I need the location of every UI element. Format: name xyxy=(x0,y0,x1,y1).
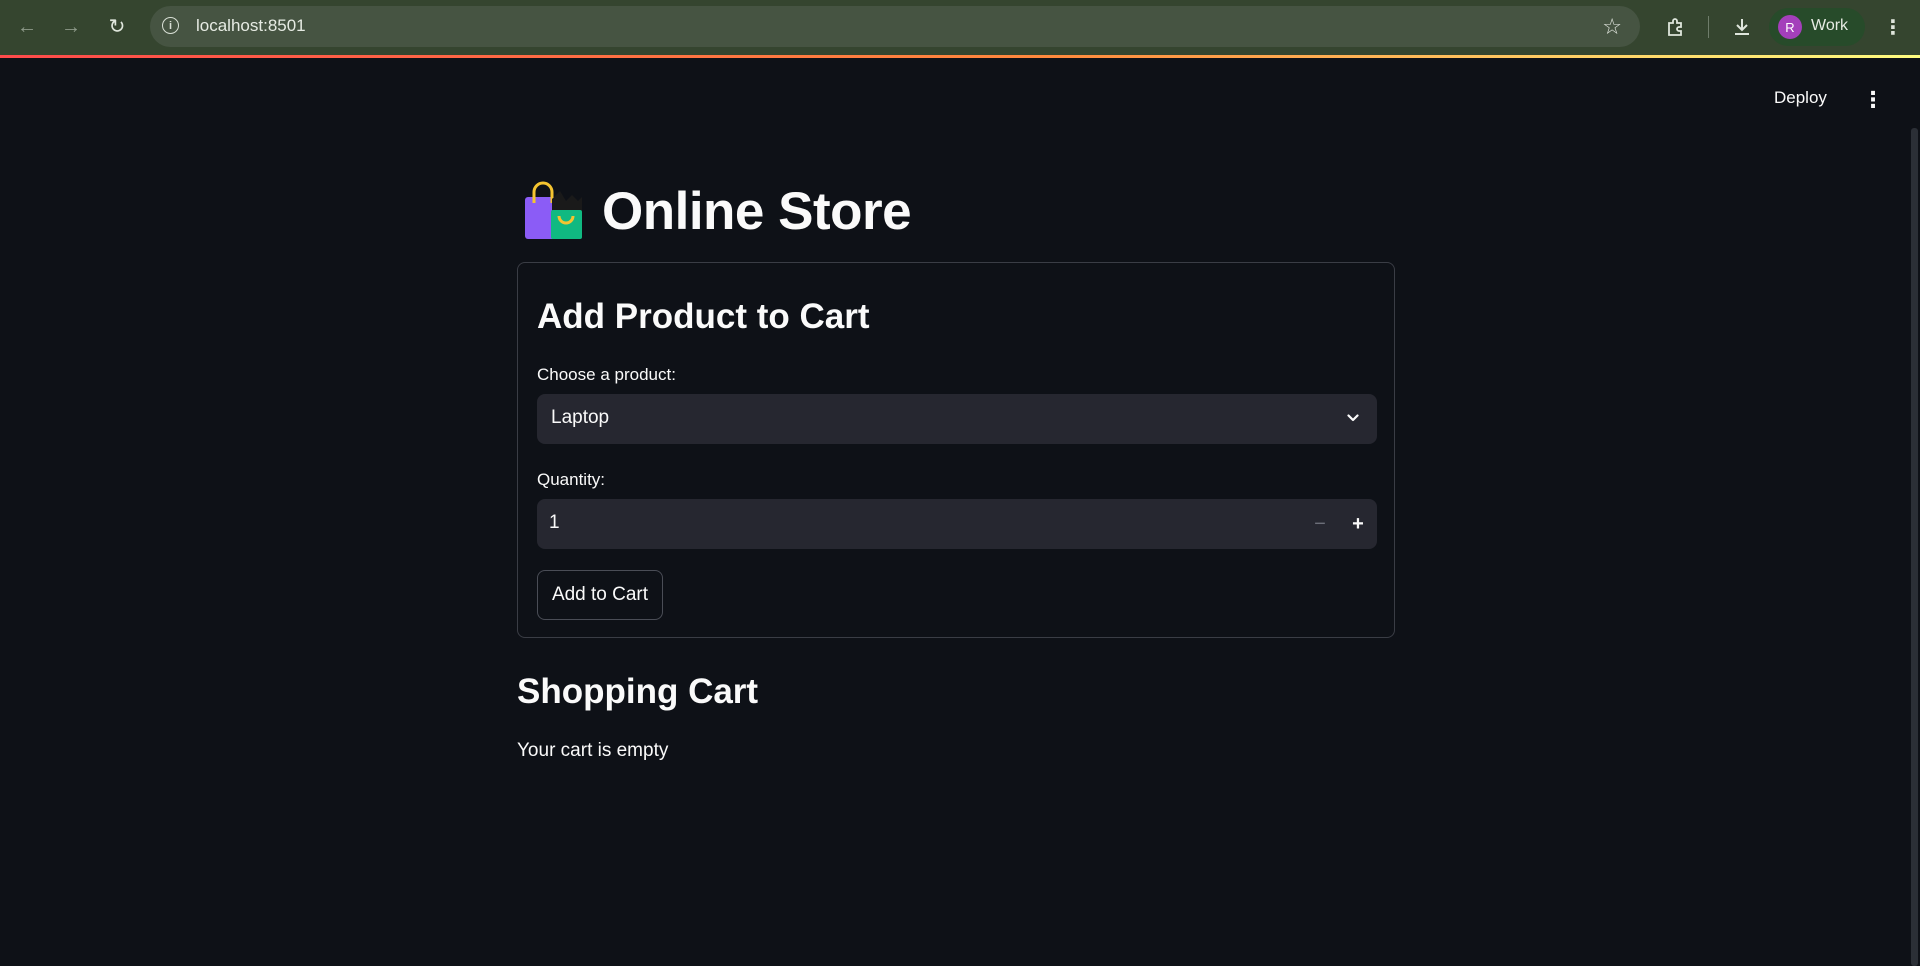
app-scrollbar[interactable] xyxy=(1911,128,1918,966)
address-url[interactable]: localhost:8501 xyxy=(196,16,306,36)
product-select-label: Choose a product: xyxy=(537,365,676,384)
forward-arrow-icon[interactable]: → xyxy=(57,13,85,41)
form-heading: Add Product to Cart xyxy=(537,297,870,336)
quantity-label: Quantity: xyxy=(537,470,606,489)
profile-button[interactable]: R Work xyxy=(1769,8,1865,46)
toolbar-accent-line xyxy=(0,55,1920,58)
bookmark-star-icon[interactable]: ☆ xyxy=(1602,14,1622,40)
app-menu-icon[interactable]: ⋮ xyxy=(1862,88,1884,112)
cart-empty-message: Your cart is empty xyxy=(517,740,669,761)
extensions-puzzle-icon[interactable] xyxy=(1661,12,1691,42)
reload-icon[interactable]: ↻ xyxy=(103,13,131,41)
cart-heading: Shopping Cart xyxy=(517,672,759,711)
shopping-bags-icon xyxy=(525,181,582,239)
chevron-down-icon xyxy=(1347,414,1359,422)
toolbar-separator xyxy=(1708,16,1709,38)
browser-menu-icon[interactable]: ⋮ xyxy=(1878,12,1908,42)
deploy-button[interactable]: Deploy xyxy=(1774,88,1827,108)
page-title-row: Online Store xyxy=(522,176,912,246)
back-arrow-icon[interactable]: ← xyxy=(13,13,41,41)
page-title: Online Store xyxy=(602,181,912,241)
product-select-value: Laptop xyxy=(551,407,610,428)
quantity-stepper[interactable]: 1 − + xyxy=(537,499,1377,549)
profile-label: Work xyxy=(1811,17,1849,34)
product-select[interactable]: Laptop xyxy=(537,394,1377,444)
browser-toolbar: ← → ↻ i localhost:8501 ☆ R Work ⋮ xyxy=(0,0,1920,55)
add-to-cart-button[interactable]: Add to Cart xyxy=(537,570,663,620)
site-info-icon[interactable]: i xyxy=(162,17,179,34)
decrement-minus-icon[interactable]: − xyxy=(1301,499,1339,549)
address-bar[interactable]: i localhost:8501 ☆ xyxy=(150,6,1640,47)
profile-avatar: R xyxy=(1778,15,1802,39)
add-product-form: Add Product to Cart Choose a product: La… xyxy=(517,262,1395,638)
increment-plus-icon[interactable]: + xyxy=(1339,499,1377,549)
quantity-input[interactable]: 1 xyxy=(549,512,560,534)
downloads-icon[interactable] xyxy=(1727,12,1757,42)
